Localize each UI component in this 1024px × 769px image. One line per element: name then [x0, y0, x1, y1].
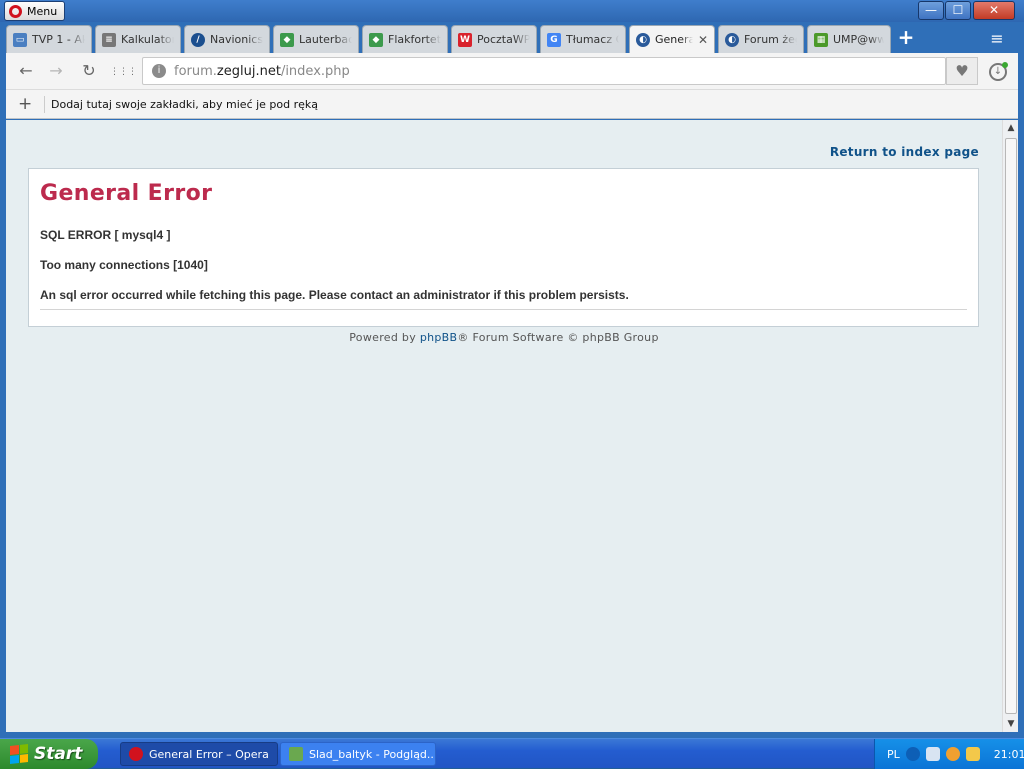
download-status-dot — [1002, 62, 1008, 68]
taskbar-item-opera[interactable]: General Error – Opera — [120, 742, 278, 766]
footer-prefix: Powered by — [349, 331, 420, 344]
page-content: Return to index page General Error SQL E… — [6, 120, 1002, 732]
windows-taskbar: Start General Error – Opera Slad_baltyk … — [0, 738, 1024, 769]
tab-kalkulator[interactable]: ≡ Kalkulator O — [95, 25, 181, 53]
tab-title: TVP 1 - Aktu — [32, 33, 85, 46]
taskbar-item-image-viewer[interactable]: Slad_baltyk - Podgląd... — [280, 742, 436, 766]
error-title: General Error — [40, 181, 213, 206]
tab-poczta-wp[interactable]: W PocztaWP — [451, 25, 537, 53]
speed-dial-button[interactable]: ⋮⋮⋮ — [110, 61, 137, 83]
new-tab-button[interactable]: + — [895, 27, 917, 49]
tab-menu-icon[interactable]: ≡ — [986, 29, 1008, 49]
maximize-button[interactable]: ☐ — [945, 1, 971, 20]
scroll-down-icon[interactable]: ▼ — [1003, 716, 1019, 732]
navionics-icon: / — [191, 32, 205, 47]
tab-close-icon[interactable]: ✕ — [698, 33, 708, 47]
system-tray: PL 21:01 — [874, 739, 1024, 769]
scroll-thumb[interactable] — [1005, 138, 1017, 714]
reload-button[interactable]: ↻ — [78, 61, 100, 83]
url-path: /index.php — [280, 63, 350, 79]
sql-error-line: SQL ERROR [ mysql4 ] — [40, 228, 171, 242]
phpbb-link[interactable]: phpBB — [420, 331, 458, 344]
tab-title: PocztaWP — [477, 33, 530, 46]
add-bookmark-button[interactable]: + — [18, 94, 32, 114]
tab-ump[interactable]: ▦ UMP@www — [807, 25, 891, 53]
stash-heart-button[interactable]: ♥ — [946, 57, 978, 85]
return-to-index-link[interactable]: Return to index page — [786, 145, 979, 159]
tab-navionics[interactable]: / Navionics W — [184, 25, 270, 53]
windows-logo-icon — [10, 744, 28, 764]
tab-bar: ▭ TVP 1 - Aktu ≡ Kalkulator O / Navionic… — [0, 22, 1024, 53]
site-info-icon[interactable]: i — [152, 64, 166, 78]
clock: 21:01 — [993, 747, 1024, 761]
language-indicator[interactable]: PL — [887, 748, 900, 761]
tab-translate[interactable]: G Tłumacz Go — [540, 25, 626, 53]
opera-icon — [129, 747, 143, 761]
maps-icon: ◆ — [369, 32, 383, 47]
network-icon[interactable] — [925, 747, 940, 761]
taskbar-item-label: Slad_baltyk - Podgląd... — [309, 747, 436, 761]
navigation-toolbar: ← → ↻ ⋮⋮⋮ i forum. zegluj.net /index.php… — [6, 53, 1018, 90]
back-button[interactable]: ← — [15, 61, 37, 83]
tray-expand-icon[interactable] — [905, 747, 920, 761]
tab-title: Lauterbach — [299, 33, 352, 46]
url-subdomain: forum. — [174, 63, 217, 79]
download-glyph: ↓ — [993, 66, 1003, 77]
opera-logo-icon — [9, 4, 22, 18]
tab-title: UMP@www — [833, 33, 884, 46]
tab-flakfortet[interactable]: ◆ Flakfortet - — [362, 25, 448, 53]
start-label: Start — [34, 744, 83, 764]
start-button[interactable]: Start — [0, 739, 98, 769]
wp-icon: W — [458, 32, 472, 47]
download-icon[interactable]: ↓ — [989, 62, 1008, 81]
tab-title: Flakfortet - — [388, 33, 441, 46]
tab-general-error[interactable]: ◐ Genera ✕ — [629, 25, 715, 53]
tv-icon: ▭ — [13, 32, 27, 47]
document-icon: ≡ — [102, 32, 116, 47]
tab-title: Kalkulator O — [121, 33, 174, 46]
error-message-line: An sql error occurred while fetching thi… — [40, 288, 629, 302]
vertical-scrollbar[interactable]: ▲ ▼ — [1002, 120, 1018, 732]
phpbb-icon: ◐ — [725, 32, 739, 47]
image-viewer-icon — [289, 747, 303, 761]
address-bar[interactable]: i forum. zegluj.net /index.php — [142, 57, 946, 85]
tab-lauterbach[interactable]: ◆ Lauterbach — [273, 25, 359, 53]
tab-tvp[interactable]: ▭ TVP 1 - Aktu — [6, 25, 92, 53]
bookmarks-divider — [44, 96, 45, 113]
maps-icon: ◆ — [280, 32, 294, 47]
phpbb-icon: ◐ — [636, 32, 650, 47]
opera-tray-icon[interactable] — [945, 747, 960, 761]
browser-window: Menu — ☐ ✕ ▭ TVP 1 - Aktu ≡ Kalkulator O… — [0, 0, 1024, 738]
scroll-up-icon[interactable]: ▲ — [1003, 120, 1019, 136]
minimize-button[interactable]: — — [918, 1, 944, 20]
bookmarks-hint: Dodaj tutaj swoje zakładki, aby mieć je … — [51, 98, 319, 111]
connections-error-line: Too many connections [1040] — [40, 258, 208, 272]
footer-suffix: ® Forum Software © phpBB Group — [457, 331, 659, 344]
title-bar: Menu — ☐ ✕ — [0, 0, 1024, 22]
translate-icon: G — [547, 32, 561, 47]
menu-label: Menu — [27, 4, 58, 18]
forward-button[interactable]: → — [45, 61, 67, 83]
tab-title: Genera — [655, 33, 693, 46]
page-footer: Powered by phpBB® Forum Software © phpBB… — [6, 331, 1002, 344]
security-tray-icon[interactable] — [965, 747, 980, 761]
panel-divider — [40, 309, 967, 310]
close-window-button[interactable]: ✕ — [973, 1, 1015, 20]
taskbar-item-label: General Error – Opera — [149, 747, 269, 761]
tab-title: Tłumacz Go — [566, 33, 619, 46]
tab-title: Forum żegl — [744, 33, 797, 46]
url-domain: zegluj.net — [216, 63, 281, 79]
opera-menu-button[interactable]: Menu — [4, 1, 65, 21]
tab-forum-zegl[interactable]: ◐ Forum żegl — [718, 25, 804, 53]
error-panel: General Error SQL ERROR [ mysql4 ] Too m… — [28, 168, 979, 327]
tab-title: Navionics W — [210, 33, 263, 46]
bookmarks-bar: + Dodaj tutaj swoje zakładki, aby mieć j… — [6, 90, 1018, 119]
ump-icon: ▦ — [814, 32, 828, 47]
